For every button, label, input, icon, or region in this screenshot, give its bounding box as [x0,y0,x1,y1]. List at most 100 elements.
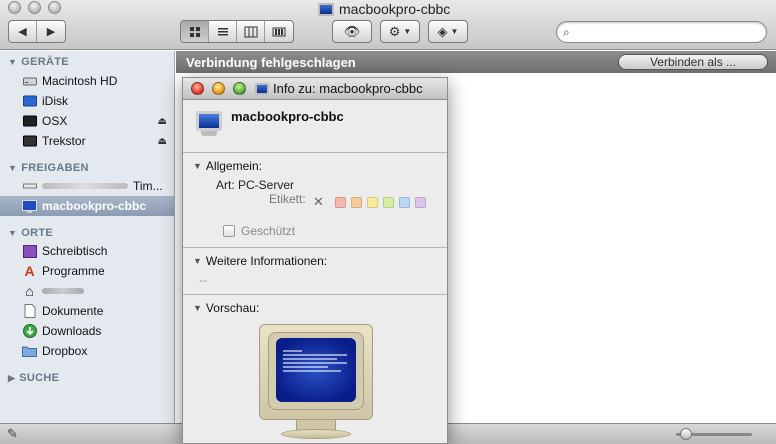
shared-computer-icon [22,179,37,194]
tag-label: Etikett: [269,192,306,206]
monitor-icon [318,2,334,16]
monitor-icon [255,82,269,95]
downloads-icon [22,324,37,339]
tag-yellow[interactable] [366,196,378,208]
zoom-panel-button[interactable] [233,82,246,95]
icon-view-icon [189,26,200,37]
kind-value: PC-Server [238,178,295,192]
redacted-name [42,183,128,189]
sidebar-item-idisk[interactable]: iDisk [0,91,174,111]
section-general-toggle[interactable]: ▼ Allgemein: [193,159,262,173]
tag-green[interactable] [382,196,394,208]
disclosure-triangle-icon: ▼ [193,256,202,266]
section-preview-toggle[interactable]: ▼ Vorschau: [193,301,259,315]
connection-failed-banner: Verbindung fehlgeschlagen Verbinden als … [176,51,776,73]
sidebar-item-trekstor[interactable]: Trekstor ⏏ [0,131,174,151]
action-menu-button[interactable]: ⚙ ▼ [380,20,420,43]
window-title: macbookpro-cbbc [318,0,450,18]
disclosure-triangle-icon: ▼ [8,228,18,238]
tag-blue[interactable] [398,196,410,208]
checkbox-box[interactable] [223,225,235,237]
column-view-icon [244,26,257,37]
tag-purple[interactable] [414,196,426,208]
back-forward-control: ◀ ▶ [8,20,66,43]
more-info-value: -- [199,273,207,287]
sidebar-item-macbookpro-cbbc[interactable]: macbookpro-cbbc [0,196,174,216]
window-title-text: macbookpro-cbbc [339,1,451,17]
coverflow-view-icon [272,27,286,36]
list-view-button[interactable] [209,21,237,42]
minimize-window-button[interactable] [28,1,41,14]
monitor-icon [195,111,223,137]
tag-red[interactable] [334,196,346,208]
section-preview: ▼ Vorschau: [183,296,447,444]
coverflow-view-button[interactable] [265,21,293,42]
sidebar-item-dropbox[interactable]: Dropbox [0,341,174,361]
home-icon: ⌂ [25,283,34,299]
sidebar-section-places[interactable]: ▼ ORTE [8,227,53,239]
hard-drive-icon [22,74,37,89]
view-switcher [180,20,294,43]
info-panel: Info zu: macbookpro-cbbc macbookpro-cbbc… [182,77,448,444]
sidebar-item-dokumente[interactable]: Dokumente [0,301,174,321]
tag-orange[interactable] [350,196,362,208]
quick-look-button[interactable]: 👁 [332,20,372,43]
chevron-down-icon: ▼ [450,27,459,36]
dropbox-menu-button[interactable]: ◈ ▼ [428,20,468,43]
gear-icon: ⚙ [388,23,401,39]
no-tag-icon[interactable]: ✕ [313,194,324,210]
desktop-icon [22,244,37,259]
applications-icon: A [24,263,35,279]
protected-checkbox[interactable]: Geschützt [223,224,295,238]
info-header: macbookpro-cbbc [183,101,447,153]
slider-knob[interactable] [680,428,692,440]
kind-row: Art: PC-Server [216,178,294,192]
sidebar-section-shares[interactable]: ▼ FREIGABEN [8,162,89,174]
section-more-info-toggle[interactable]: ▼ Weitere Informationen: [193,254,327,268]
disclosure-triangle-icon: ▼ [193,161,202,171]
documents-icon [22,304,37,319]
dropbox-folder-icon [22,344,37,359]
zoom-window-button[interactable] [48,1,61,14]
sidebar-section-devices[interactable]: ▼ GERÄTE [8,56,69,68]
disk-icon [22,134,37,149]
connect-as-button[interactable]: Verbinden als ... [618,54,768,70]
close-panel-button[interactable] [191,82,204,95]
sidebar-item-osx[interactable]: OSX ⏏ [0,111,174,131]
disclosure-triangle-icon: ▼ [8,57,18,67]
section-more-info: ▼ Weitere Informationen: -- [183,249,447,295]
sidebar: ▼ GERÄTE Macintosh HD iDisk OSX ⏏ Trekst… [0,51,175,423]
minimize-panel-button[interactable] [212,82,225,95]
eject-icon[interactable]: ⏏ [158,116,167,127]
eject-icon[interactable]: ⏏ [158,136,167,147]
sidebar-item-shared-computer[interactable]: Tim... [0,176,174,196]
sidebar-item-programme[interactable]: A Programme [0,261,174,281]
icon-view-button[interactable] [181,21,209,42]
kind-label: Art: [216,178,235,192]
item-name: macbookpro-cbbc [231,109,344,124]
disclosure-triangle-icon: ▼ [193,303,202,313]
close-window-button[interactable] [8,1,21,14]
forward-arrow-icon: ▶ [46,26,56,38]
tag-picker: ✕ [313,194,426,210]
section-general: ▼ Allgemein: Art: PC-Server Etikett: ✕ G… [183,154,447,248]
sidebar-item-home[interactable]: ⌂ [0,281,174,301]
sidebar-item-downloads[interactable]: Downloads [0,321,174,341]
column-view-button[interactable] [237,21,265,42]
eye-icon: 👁 [343,23,361,39]
path-tool-icon[interactable]: ✎ [7,426,18,442]
sidebar-item-macintosh-hd[interactable]: Macintosh HD [0,71,174,91]
list-view-icon [217,27,228,35]
search-field[interactable]: ⌕ [556,21,767,43]
search-input[interactable] [579,24,759,40]
info-panel-titlebar: Info zu: macbookpro-cbbc [183,78,447,100]
sidebar-section-search[interactable]: ▶ SUCHE [8,372,59,384]
forward-button[interactable]: ▶ [37,21,65,42]
back-button[interactable]: ◀ [9,21,37,42]
pc-server-preview-image [259,324,373,442]
disk-icon [22,114,37,129]
disclosure-triangle-icon: ▼ [8,163,18,173]
sidebar-item-schreibtisch[interactable]: Schreibtisch [0,241,174,261]
chevron-down-icon: ▼ [403,27,412,36]
redacted-name [42,288,84,294]
